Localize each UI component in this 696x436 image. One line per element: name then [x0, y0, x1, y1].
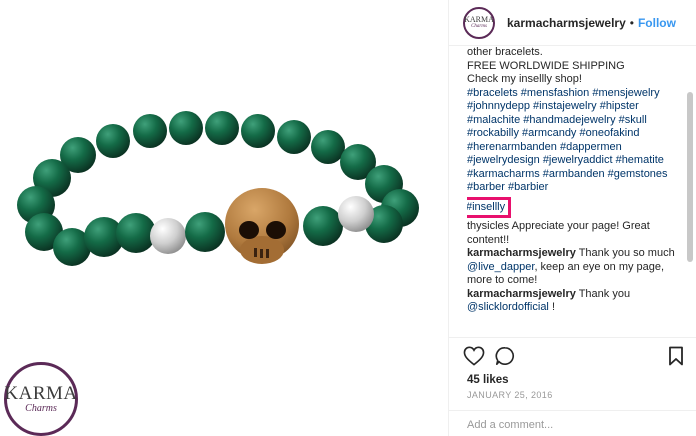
caption-shipping: FREE WORLDWIDE SHIPPING	[467, 59, 625, 72]
add-comment-input[interactable]: Add a comment...	[449, 410, 696, 436]
mention-link[interactable]: @slicklordofficial	[467, 301, 549, 313]
post-side-panel: KARMA Charms karmacharmsjewelry • Follow…	[448, 0, 696, 436]
post-date: JANUARY 25, 2016	[467, 390, 553, 400]
comment-text: Thank you so much	[575, 247, 675, 259]
back-beads	[60, 111, 376, 180]
separator-dot: •	[629, 15, 634, 30]
caption-cut-line: other bracelets.	[467, 46, 543, 58]
comment-text: !	[548, 301, 556, 313]
skull-bead	[225, 188, 299, 264]
username-link[interactable]: karmacharmsjewelry	[507, 16, 626, 30]
comment-text: thysicles Appreciate your page! Great co…	[467, 220, 650, 246]
avatar-main-text: KARMA	[464, 14, 494, 24]
comment-3: karmacharmsjewelry Thank you @slicklordo…	[467, 288, 683, 315]
comments-list[interactable]: other bracelets. FREE WORLDWIDE SHIPPING…	[467, 46, 683, 336]
comment-text: Thank you	[575, 287, 631, 300]
logo-sub-text: Charms	[25, 402, 57, 414]
brand-logo: KARMA Charms	[4, 362, 78, 436]
action-icons	[463, 346, 683, 370]
comment-user[interactable]: karmacharmsjewelry	[467, 247, 576, 259]
bracelet-illustration	[17, 111, 419, 266]
scrollbar-thumb[interactable]	[687, 92, 693, 262]
follow-button[interactable]: Follow	[638, 16, 676, 30]
heart-icon[interactable]	[463, 346, 485, 371]
comment-2: karmacharmsjewelry Thank you so much @li…	[467, 247, 683, 288]
avatar-sub-text: Charms	[471, 23, 487, 29]
comment-bubble-icon[interactable]	[495, 346, 515, 371]
caption-shop: Check my insellly shop!	[467, 73, 582, 85]
likes-count[interactable]: 45 likes	[467, 374, 509, 386]
post-header: KARMA Charms karmacharmsjewelry • Follow	[449, 0, 696, 46]
caption-hashtags[interactable]: #bracelets #mensfashion #mensjewelry #jo…	[467, 87, 683, 195]
post-image[interactable]	[0, 0, 448, 350]
bookmark-icon[interactable]	[668, 346, 684, 371]
avatar[interactable]: KARMA Charms	[463, 6, 495, 39]
mention-link[interactable]: @live_dapper	[467, 261, 534, 273]
post-actions: 45 likes JANUARY 25, 2016 Add a comment.…	[449, 337, 696, 436]
comments-scrollbar[interactable]	[687, 48, 693, 336]
comment-1: thysicles Appreciate your page! Great co…	[467, 220, 683, 247]
logo-main-text: KARMA	[4, 382, 78, 404]
highlighted-hashtag[interactable]: #insellly	[467, 196, 512, 218]
comment-user[interactable]: karmacharmsjewelry	[467, 288, 576, 300]
